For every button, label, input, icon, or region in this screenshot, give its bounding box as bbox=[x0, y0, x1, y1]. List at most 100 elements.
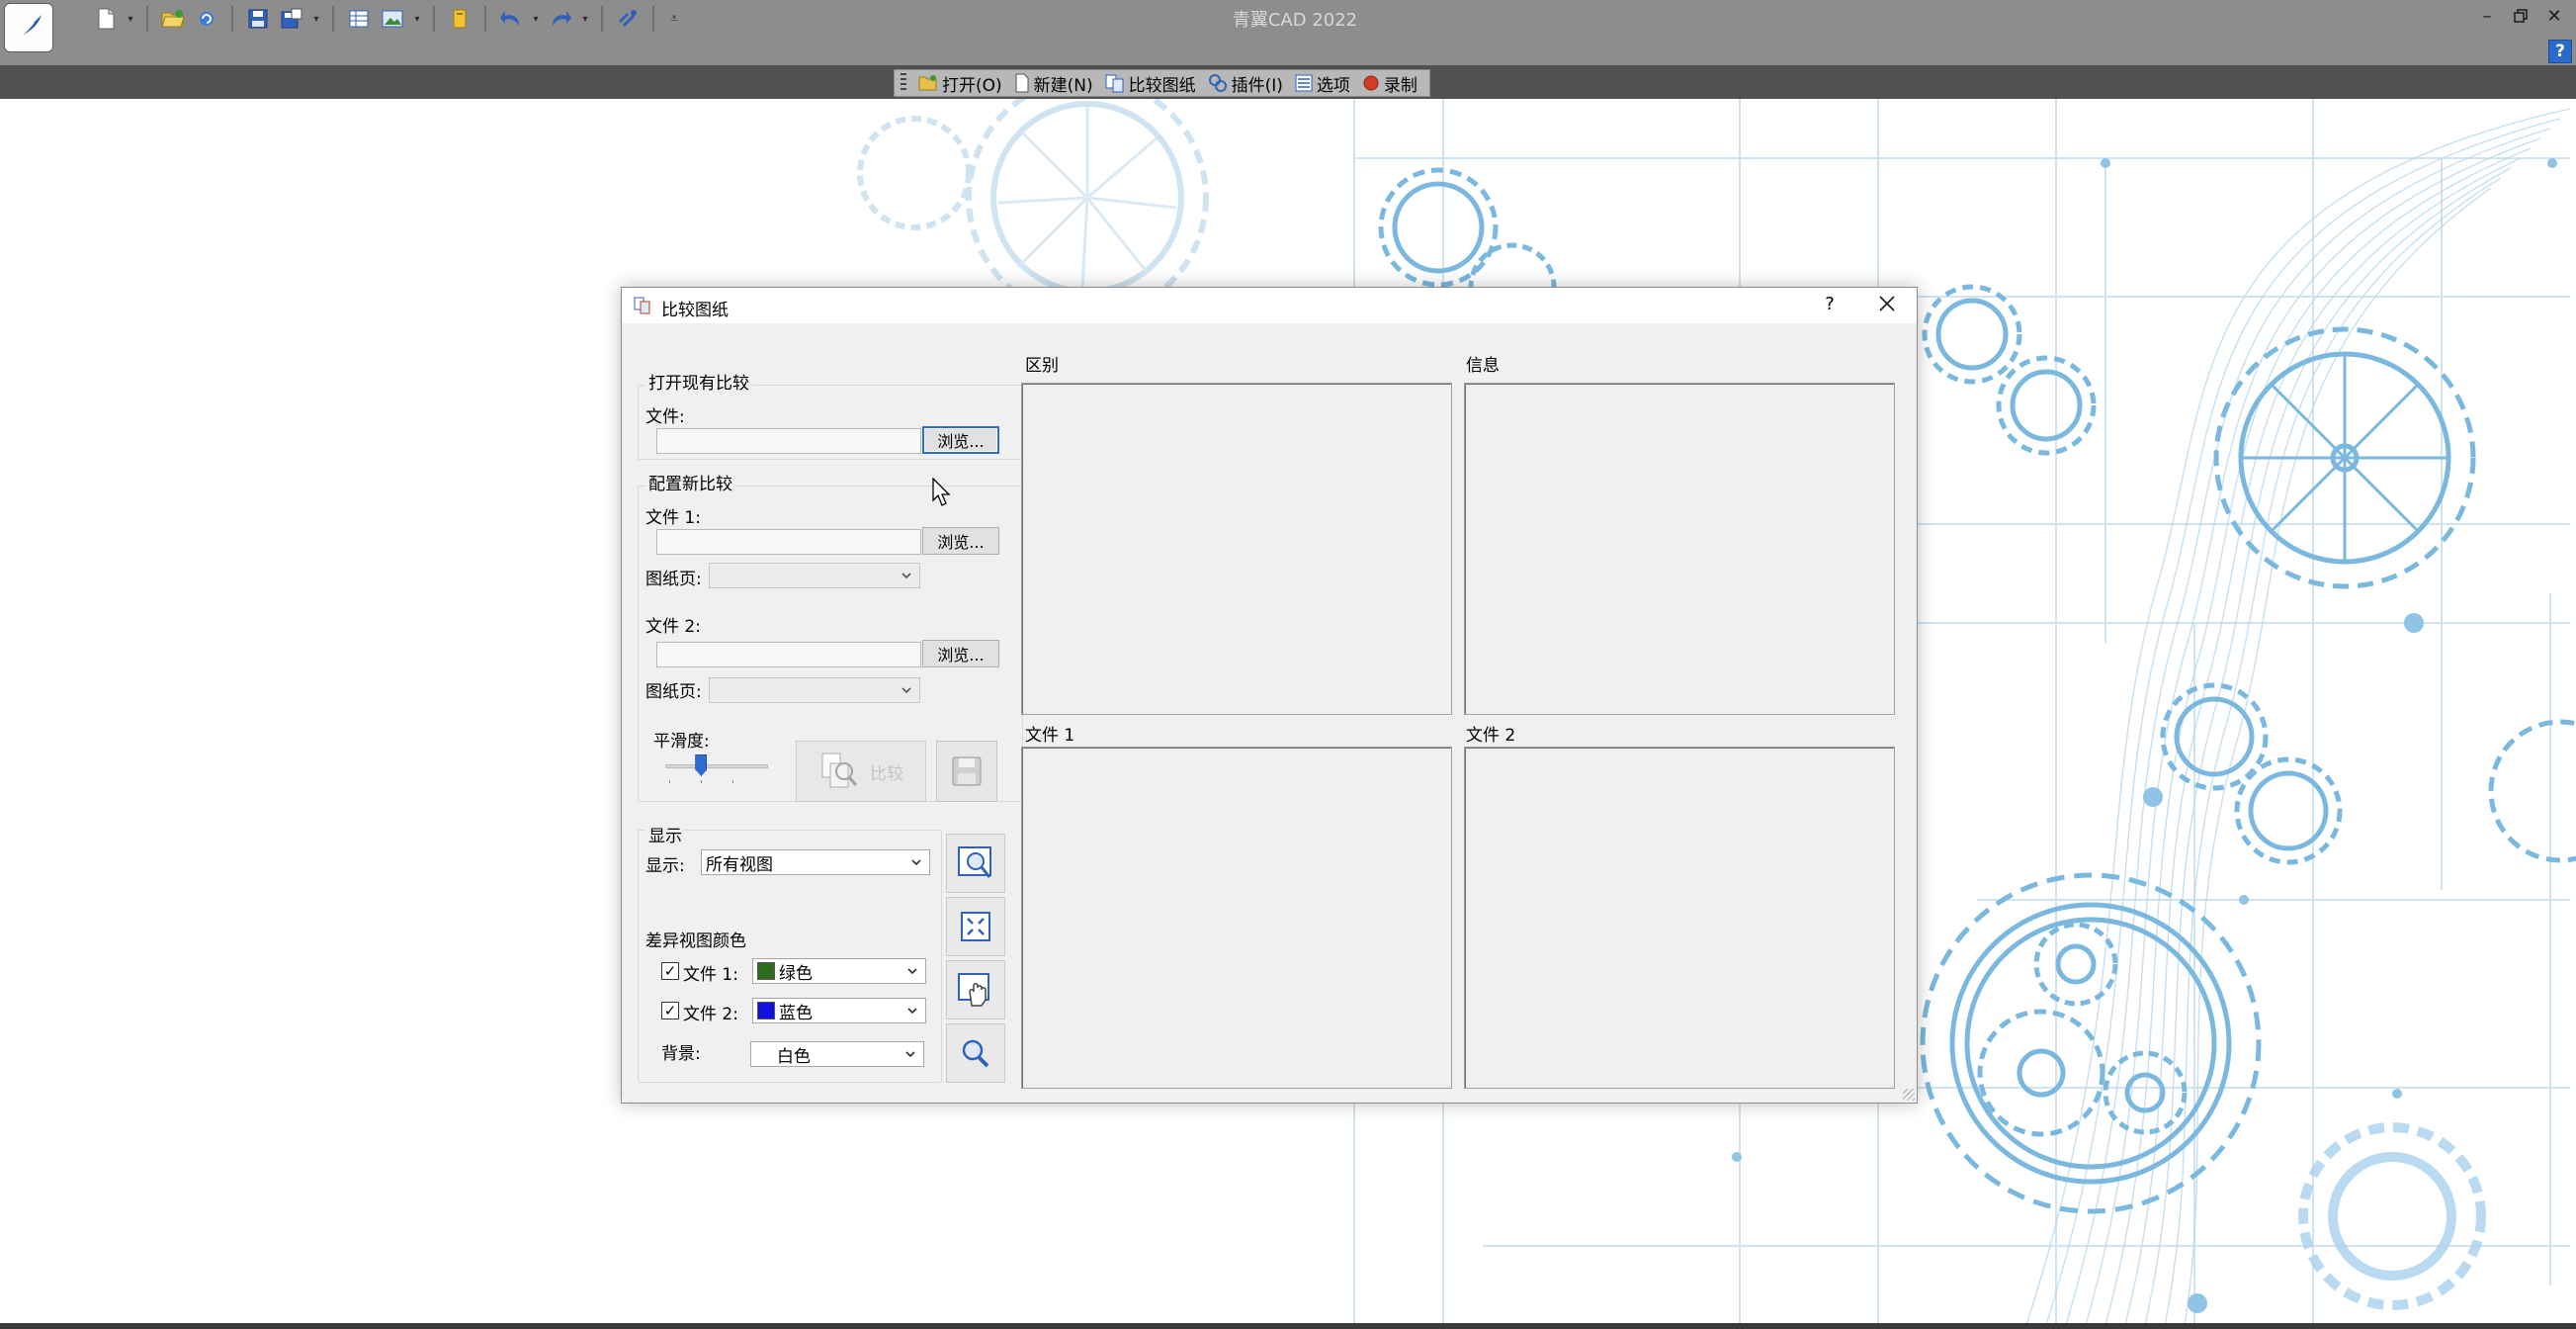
info-panel[interactable] bbox=[1464, 383, 1895, 715]
background-color-value: 白色 bbox=[777, 1046, 811, 1067]
difference-panel[interactable] bbox=[1021, 383, 1452, 715]
dialog-title: 比较图纸 bbox=[661, 301, 729, 320]
background-color-select[interactable]: 白色 bbox=[750, 1041, 924, 1067]
toolbar-options-label: 选项 bbox=[1316, 75, 1350, 96]
open-existing-browse-button[interactable]: 浏览... bbox=[922, 426, 999, 454]
file2-color-checkbox[interactable]: ✓ bbox=[661, 1002, 679, 1019]
close-icon[interactable]: ✕ bbox=[2542, 4, 2566, 28]
open-folder-icon[interactable] bbox=[158, 4, 188, 34]
dialog-help-button[interactable]: ? bbox=[1818, 294, 1842, 314]
record-icon bbox=[1363, 75, 1379, 91]
table-icon[interactable] bbox=[344, 4, 374, 34]
dialog-title-bar[interactable]: 比较图纸 ? bbox=[622, 288, 1917, 323]
redo-icon[interactable] bbox=[546, 4, 575, 34]
file1-color-select[interactable]: 绿色 bbox=[752, 958, 926, 984]
dialog-close-button[interactable] bbox=[1873, 291, 1901, 318]
undo-icon[interactable] bbox=[496, 4, 526, 34]
pan-button[interactable] bbox=[946, 960, 1005, 1019]
toolbar-options-button[interactable]: 选项 bbox=[1289, 70, 1356, 96]
help-button[interactable]: ? bbox=[2548, 40, 2572, 63]
slider-thumb[interactable] bbox=[695, 754, 708, 776]
zoom-extents-button[interactable] bbox=[946, 897, 1005, 956]
chevron-down-icon bbox=[905, 1051, 915, 1058]
toolbar-compare-button[interactable]: 比较图纸 bbox=[1099, 70, 1202, 96]
save-as-icon[interactable] bbox=[277, 4, 306, 34]
background-color-label: 背景: bbox=[661, 1044, 701, 1064]
zoom-window-icon bbox=[958, 846, 991, 878]
chevron-down-icon[interactable]: ▾ bbox=[530, 4, 542, 34]
toolbar-record-button[interactable]: 录制 bbox=[1356, 70, 1423, 96]
toolbar-open-button[interactable]: 打开(O) bbox=[912, 70, 1008, 96]
chevron-down-icon[interactable]: ▾ bbox=[125, 4, 136, 34]
image-icon[interactable] bbox=[378, 4, 407, 34]
chevron-down-icon bbox=[907, 968, 917, 975]
file1-color-checkbox[interactable]: ✓ bbox=[661, 962, 679, 980]
restore-icon[interactable] bbox=[2509, 4, 2533, 28]
chevron-down-icon[interactable]: ▾ bbox=[579, 4, 591, 34]
toolbar-new-button[interactable]: 新建(N) bbox=[1008, 70, 1099, 96]
open-existing-file-label: 文件: bbox=[645, 407, 685, 427]
file2-color-select[interactable]: 蓝色 bbox=[752, 998, 926, 1023]
file1-view-panel[interactable] bbox=[1021, 747, 1452, 1089]
save-icon[interactable] bbox=[243, 4, 273, 34]
info-panel-label: 信息 bbox=[1466, 356, 1500, 376]
pan-hand-icon bbox=[958, 973, 989, 1007]
display-mode-value: 所有视图 bbox=[706, 854, 773, 875]
options-icon bbox=[1295, 74, 1313, 92]
smoothness-slider[interactable] bbox=[665, 753, 768, 783]
diff-colors-label: 差异视图颜色 bbox=[645, 931, 746, 951]
sheet1-label: 图纸页: bbox=[645, 570, 702, 589]
toolbar-grip[interactable] bbox=[901, 73, 906, 93]
file1-label: 文件 1: bbox=[645, 508, 701, 528]
sheet1-select[interactable] bbox=[709, 563, 920, 588]
folder-icon[interactable] bbox=[445, 4, 474, 34]
status-bar-edge bbox=[0, 1323, 2576, 1329]
file1-color-swatch bbox=[757, 962, 775, 980]
document-toolbar: 打开(O) 新建(N) 比较图纸 插件(I) 选项 录制 bbox=[894, 69, 1430, 97]
new-file-icon bbox=[1015, 73, 1029, 93]
display-group-label: 显示 bbox=[645, 822, 685, 846]
zoom-extents-icon bbox=[961, 912, 990, 941]
compare-magnifier-icon bbox=[821, 753, 858, 788]
slider-track bbox=[665, 764, 768, 768]
file2-input[interactable] bbox=[656, 642, 921, 667]
link-icon[interactable] bbox=[613, 4, 643, 34]
save-comparison-button[interactable] bbox=[936, 741, 997, 802]
chevron-down-icon bbox=[902, 687, 911, 694]
app-menu-button[interactable] bbox=[4, 3, 53, 52]
refresh-icon[interactable] bbox=[192, 4, 221, 34]
separator bbox=[652, 6, 654, 32]
chevron-down-icon bbox=[911, 859, 921, 866]
resize-grip[interactable] bbox=[1903, 1089, 1915, 1101]
display-mode-select[interactable]: 所有视图 bbox=[701, 849, 930, 875]
minimize-icon[interactable]: – bbox=[2475, 4, 2499, 28]
compare-drawings-icon bbox=[634, 297, 650, 314]
file1-input[interactable] bbox=[656, 529, 921, 555]
quick-access-toolbar: ▾ ▾ ▾ ▾ ▾ ⩡ bbox=[91, 4, 684, 34]
zoom-realtime-button[interactable] bbox=[946, 1023, 1005, 1083]
window-controls: – ✕ bbox=[2475, 4, 2566, 28]
open-existing-file-input[interactable] bbox=[656, 428, 921, 454]
sheet2-select[interactable] bbox=[709, 677, 920, 703]
file2-view-panel[interactable] bbox=[1464, 747, 1895, 1089]
new-file-icon[interactable] bbox=[91, 4, 121, 34]
zoom-window-button[interactable] bbox=[946, 834, 1005, 893]
file2-panel-label: 文件 2 bbox=[1466, 726, 1516, 746]
chevron-down-icon[interactable]: ▾ bbox=[310, 4, 322, 34]
difference-panel-label: 区别 bbox=[1025, 356, 1059, 376]
chevron-down-icon bbox=[907, 1008, 917, 1015]
toolbar-compare-label: 比较图纸 bbox=[1128, 75, 1196, 96]
separator bbox=[484, 6, 486, 32]
display-mode-label: 显示: bbox=[645, 856, 685, 876]
file2-color-label: 文件 2: bbox=[683, 1005, 738, 1024]
file2-browse-button[interactable]: 浏览... bbox=[922, 640, 999, 667]
toolbar-open-label: 打开(O) bbox=[942, 75, 1002, 96]
file1-browse-button[interactable]: 浏览... bbox=[922, 527, 999, 555]
toolbar-new-label: 新建(N) bbox=[1033, 75, 1093, 96]
toolbar-plugin-button[interactable]: 插件(I) bbox=[1202, 70, 1289, 96]
customize-icon[interactable]: ⩡ bbox=[664, 4, 684, 34]
compare-button[interactable]: 比较 bbox=[796, 741, 926, 802]
feather-logo-icon bbox=[17, 15, 42, 42]
chevron-down-icon[interactable]: ▾ bbox=[411, 4, 423, 34]
open-folder-icon bbox=[918, 75, 937, 91]
